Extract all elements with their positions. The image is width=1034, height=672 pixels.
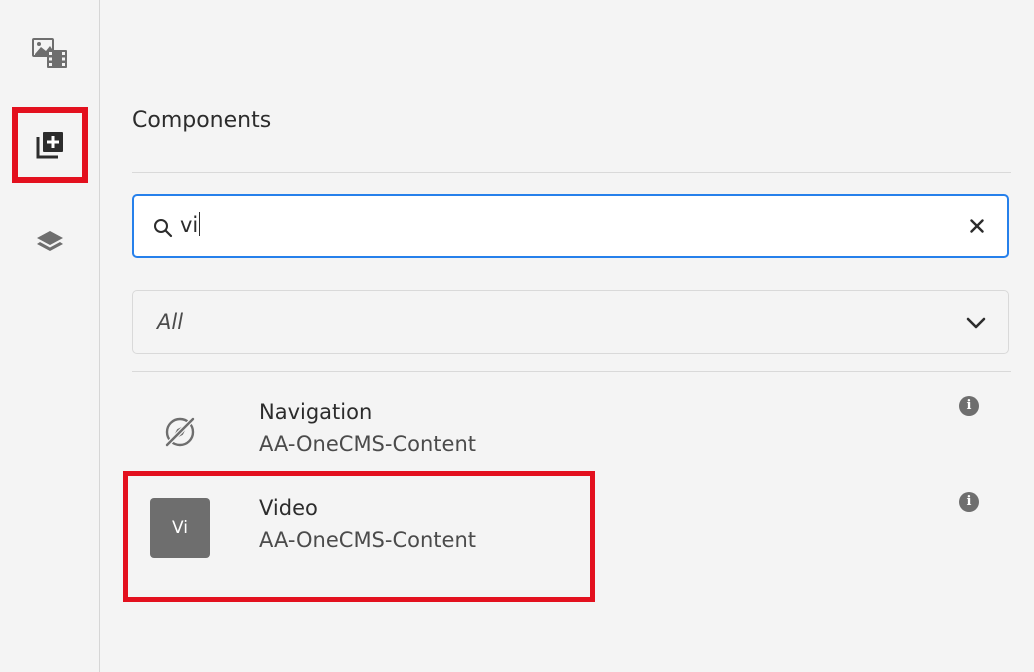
component-group: AA-OneCMS-Content bbox=[259, 432, 476, 456]
component-name: Navigation bbox=[259, 400, 373, 424]
component-item-navigation[interactable]: Navigation AA-OneCMS-Content i bbox=[132, 396, 1009, 478]
title-divider bbox=[132, 172, 1011, 173]
navigation-compass-icon bbox=[150, 402, 210, 462]
search-value: vi bbox=[180, 212, 201, 237]
filter-divider bbox=[132, 371, 1011, 372]
components-panel: Components vi All Navigation AA-OneCMS-C… bbox=[101, 0, 1034, 672]
group-filter-value: All bbox=[157, 310, 184, 334]
components-tab-button[interactable] bbox=[12, 107, 88, 183]
video-abbreviation-icon: Vi bbox=[150, 498, 210, 558]
component-item-video[interactable]: Vi Video AA-OneCMS-Content i bbox=[132, 492, 1009, 574]
assets-icon bbox=[31, 36, 69, 70]
clear-search-icon[interactable] bbox=[965, 214, 989, 238]
search-icon bbox=[153, 218, 173, 242]
side-rail bbox=[0, 0, 100, 672]
layers-icon bbox=[35, 229, 65, 257]
info-icon[interactable]: i bbox=[959, 396, 979, 416]
component-group: AA-OneCMS-Content bbox=[259, 528, 476, 552]
group-filter-dropdown[interactable]: All bbox=[132, 290, 1009, 354]
assets-tab-button[interactable] bbox=[12, 15, 88, 91]
search-input[interactable]: vi bbox=[132, 194, 1009, 258]
component-name: Video bbox=[259, 496, 318, 520]
components-add-icon bbox=[35, 130, 65, 160]
chevron-down-icon bbox=[966, 315, 986, 334]
layers-tab-button[interactable] bbox=[12, 205, 88, 281]
panel-title: Components bbox=[132, 108, 272, 133]
info-icon[interactable]: i bbox=[959, 492, 979, 512]
text-caret bbox=[199, 212, 201, 236]
